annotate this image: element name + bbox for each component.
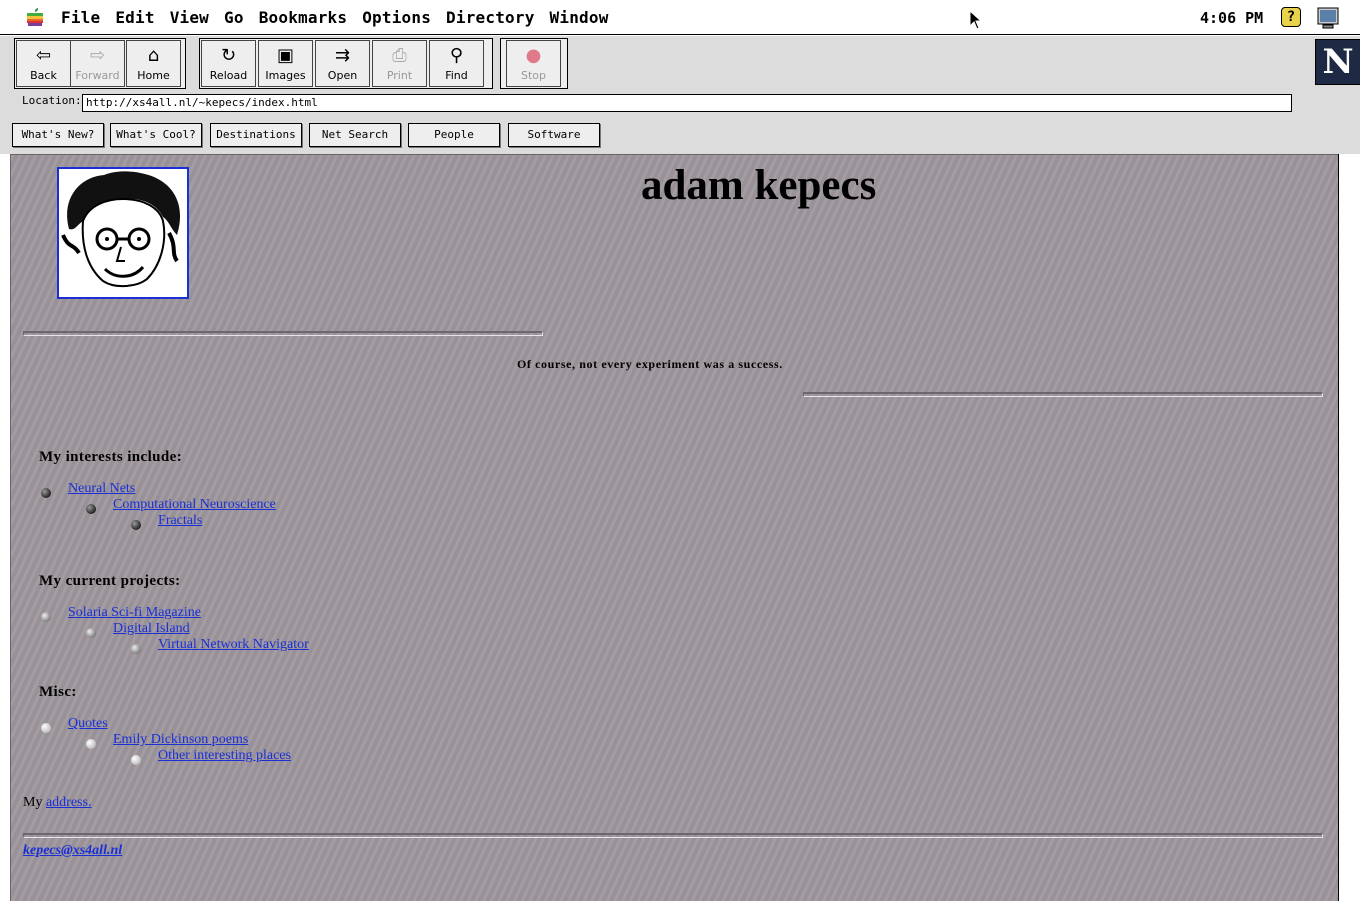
bullet-icon bbox=[41, 488, 51, 498]
bullet-icon bbox=[131, 755, 141, 765]
images-label: Images bbox=[265, 69, 306, 82]
print-button[interactable]: ⎙ Print bbox=[372, 40, 427, 87]
net-search-button[interactable]: Net Search bbox=[309, 123, 401, 147]
solaria-link[interactable]: Solaria Sci-fi Magazine bbox=[68, 605, 201, 620]
location-field[interactable]: http://xs4all.nl/~kepecs/index.html bbox=[82, 94, 1292, 112]
menu-go[interactable]: Go bbox=[224, 8, 244, 27]
back-label: Back bbox=[30, 69, 57, 82]
bullet-icon bbox=[41, 612, 51, 622]
list-item: Quotes bbox=[68, 716, 108, 732]
menu-file[interactable]: File bbox=[61, 8, 100, 27]
address-link[interactable]: address. bbox=[46, 795, 92, 810]
help-icon[interactable]: ? bbox=[1281, 7, 1301, 27]
whats-cool-button[interactable]: What's Cool? bbox=[110, 123, 202, 147]
neural-nets-link[interactable]: Neural Nets bbox=[68, 481, 135, 496]
apple-menu-icon[interactable] bbox=[26, 7, 44, 27]
list-item: Neural Nets bbox=[68, 481, 135, 497]
bullet-icon bbox=[86, 739, 96, 749]
menu-window[interactable]: Window bbox=[550, 8, 609, 27]
bullet-icon bbox=[131, 644, 141, 654]
back-arrow-icon: ⇦ bbox=[35, 45, 52, 66]
stop-icon: ● bbox=[525, 45, 542, 66]
whats-new-button[interactable]: What's New? bbox=[12, 123, 104, 147]
images-icon: ▣ bbox=[276, 45, 294, 66]
reload-icon: ↻ bbox=[220, 45, 237, 66]
stop-button[interactable]: ● Stop bbox=[506, 40, 561, 87]
browser-toolbar: ⇦ Back ⇨ Forward ⌂ Home ↻ Reload ▣ Image… bbox=[0, 36, 1360, 154]
list-item: Other interesting places bbox=[158, 748, 291, 764]
menu-edit[interactable]: Edit bbox=[115, 8, 154, 27]
list-item: Fractals bbox=[158, 513, 202, 529]
page-content: adam kepecs Of course, not every experim… bbox=[10, 154, 1338, 901]
open-button[interactable]: ⇉ Open bbox=[315, 40, 370, 87]
misc-heading: Misc: bbox=[39, 684, 77, 700]
binoculars-icon: ⚲ bbox=[449, 45, 464, 66]
reload-label: Reload bbox=[209, 69, 248, 82]
people-button[interactable]: People bbox=[408, 123, 500, 147]
quote-text: Of course, not every experiment was a su… bbox=[517, 357, 783, 371]
scrollbar[interactable] bbox=[1338, 154, 1360, 901]
menu-list: File Edit View Go Bookmarks Options Dire… bbox=[61, 8, 624, 27]
home-label: Home bbox=[137, 69, 170, 82]
forward-label: Forward bbox=[75, 69, 120, 82]
list-item: Emily Dickinson poems bbox=[113, 732, 248, 748]
forward-arrow-icon: ⇨ bbox=[89, 45, 106, 66]
avatar bbox=[57, 167, 189, 299]
netscape-logo: N bbox=[1315, 39, 1360, 85]
bullet-icon bbox=[41, 723, 51, 733]
email-link[interactable]: kepecs@xs4all.nl bbox=[23, 843, 122, 858]
list-item: Digital Island bbox=[113, 621, 190, 637]
list-item: Solaria Sci-fi Magazine bbox=[68, 605, 201, 621]
computational-neuroscience-link[interactable]: Computational Neuroscience bbox=[113, 497, 276, 512]
print-label: Print bbox=[386, 69, 413, 82]
list-item: Virtual Network Navigator bbox=[158, 637, 309, 653]
quotes-link[interactable]: Quotes bbox=[68, 716, 108, 731]
portrait-sketch bbox=[61, 171, 181, 287]
address-line: My address. bbox=[23, 795, 91, 811]
menu-bar: File Edit View Go Bookmarks Options Dire… bbox=[0, 0, 1360, 35]
digital-island-link[interactable]: Digital Island bbox=[113, 621, 190, 636]
open-label: Open bbox=[327, 69, 358, 82]
back-button[interactable]: ⇦ Back bbox=[16, 40, 71, 87]
location-label: Location: bbox=[22, 94, 82, 107]
bullet-icon bbox=[131, 520, 141, 530]
menu-bookmarks[interactable]: Bookmarks bbox=[259, 8, 348, 27]
application-menu-icon[interactable] bbox=[1316, 6, 1340, 30]
address-prefix: My bbox=[23, 795, 43, 810]
open-icon: ⇉ bbox=[334, 45, 351, 66]
divider bbox=[803, 392, 1323, 397]
menu-directory[interactable]: Directory bbox=[446, 8, 535, 27]
virtual-network-navigator-link[interactable]: Virtual Network Navigator bbox=[158, 637, 309, 652]
bullet-icon bbox=[86, 628, 96, 638]
home-button[interactable]: ⌂ Home bbox=[126, 40, 181, 87]
menu-view[interactable]: View bbox=[170, 8, 209, 27]
home-icon: ⌂ bbox=[147, 45, 160, 66]
stop-label: Stop bbox=[520, 69, 546, 82]
divider bbox=[23, 331, 543, 336]
destinations-button[interactable]: Destinations bbox=[210, 123, 302, 147]
find-label: Find bbox=[445, 69, 468, 82]
list-item: Computational Neuroscience bbox=[113, 497, 276, 513]
email-line: kepecs@xs4all.nl bbox=[23, 843, 122, 859]
divider bbox=[23, 833, 1323, 838]
emily-dickinson-link[interactable]: Emily Dickinson poems bbox=[113, 732, 248, 747]
bullet-icon bbox=[86, 504, 96, 514]
images-button[interactable]: ▣ Images bbox=[258, 40, 313, 87]
printer-icon: ⎙ bbox=[392, 45, 407, 66]
software-button[interactable]: Software bbox=[508, 123, 600, 147]
projects-heading: My current projects: bbox=[39, 573, 181, 589]
menu-options[interactable]: Options bbox=[362, 8, 431, 27]
fractals-link[interactable]: Fractals bbox=[158, 513, 202, 528]
interests-heading: My interests include: bbox=[39, 449, 183, 465]
other-places-link[interactable]: Other interesting places bbox=[158, 748, 291, 763]
forward-button[interactable]: ⇨ Forward bbox=[70, 40, 125, 87]
find-button[interactable]: ⚲ Find bbox=[429, 40, 484, 87]
mouse-pointer-icon bbox=[969, 10, 983, 30]
clock[interactable]: 4:06 PM bbox=[1200, 9, 1263, 27]
page-title: adam kepecs bbox=[641, 162, 877, 209]
reload-button[interactable]: ↻ Reload bbox=[201, 40, 256, 87]
